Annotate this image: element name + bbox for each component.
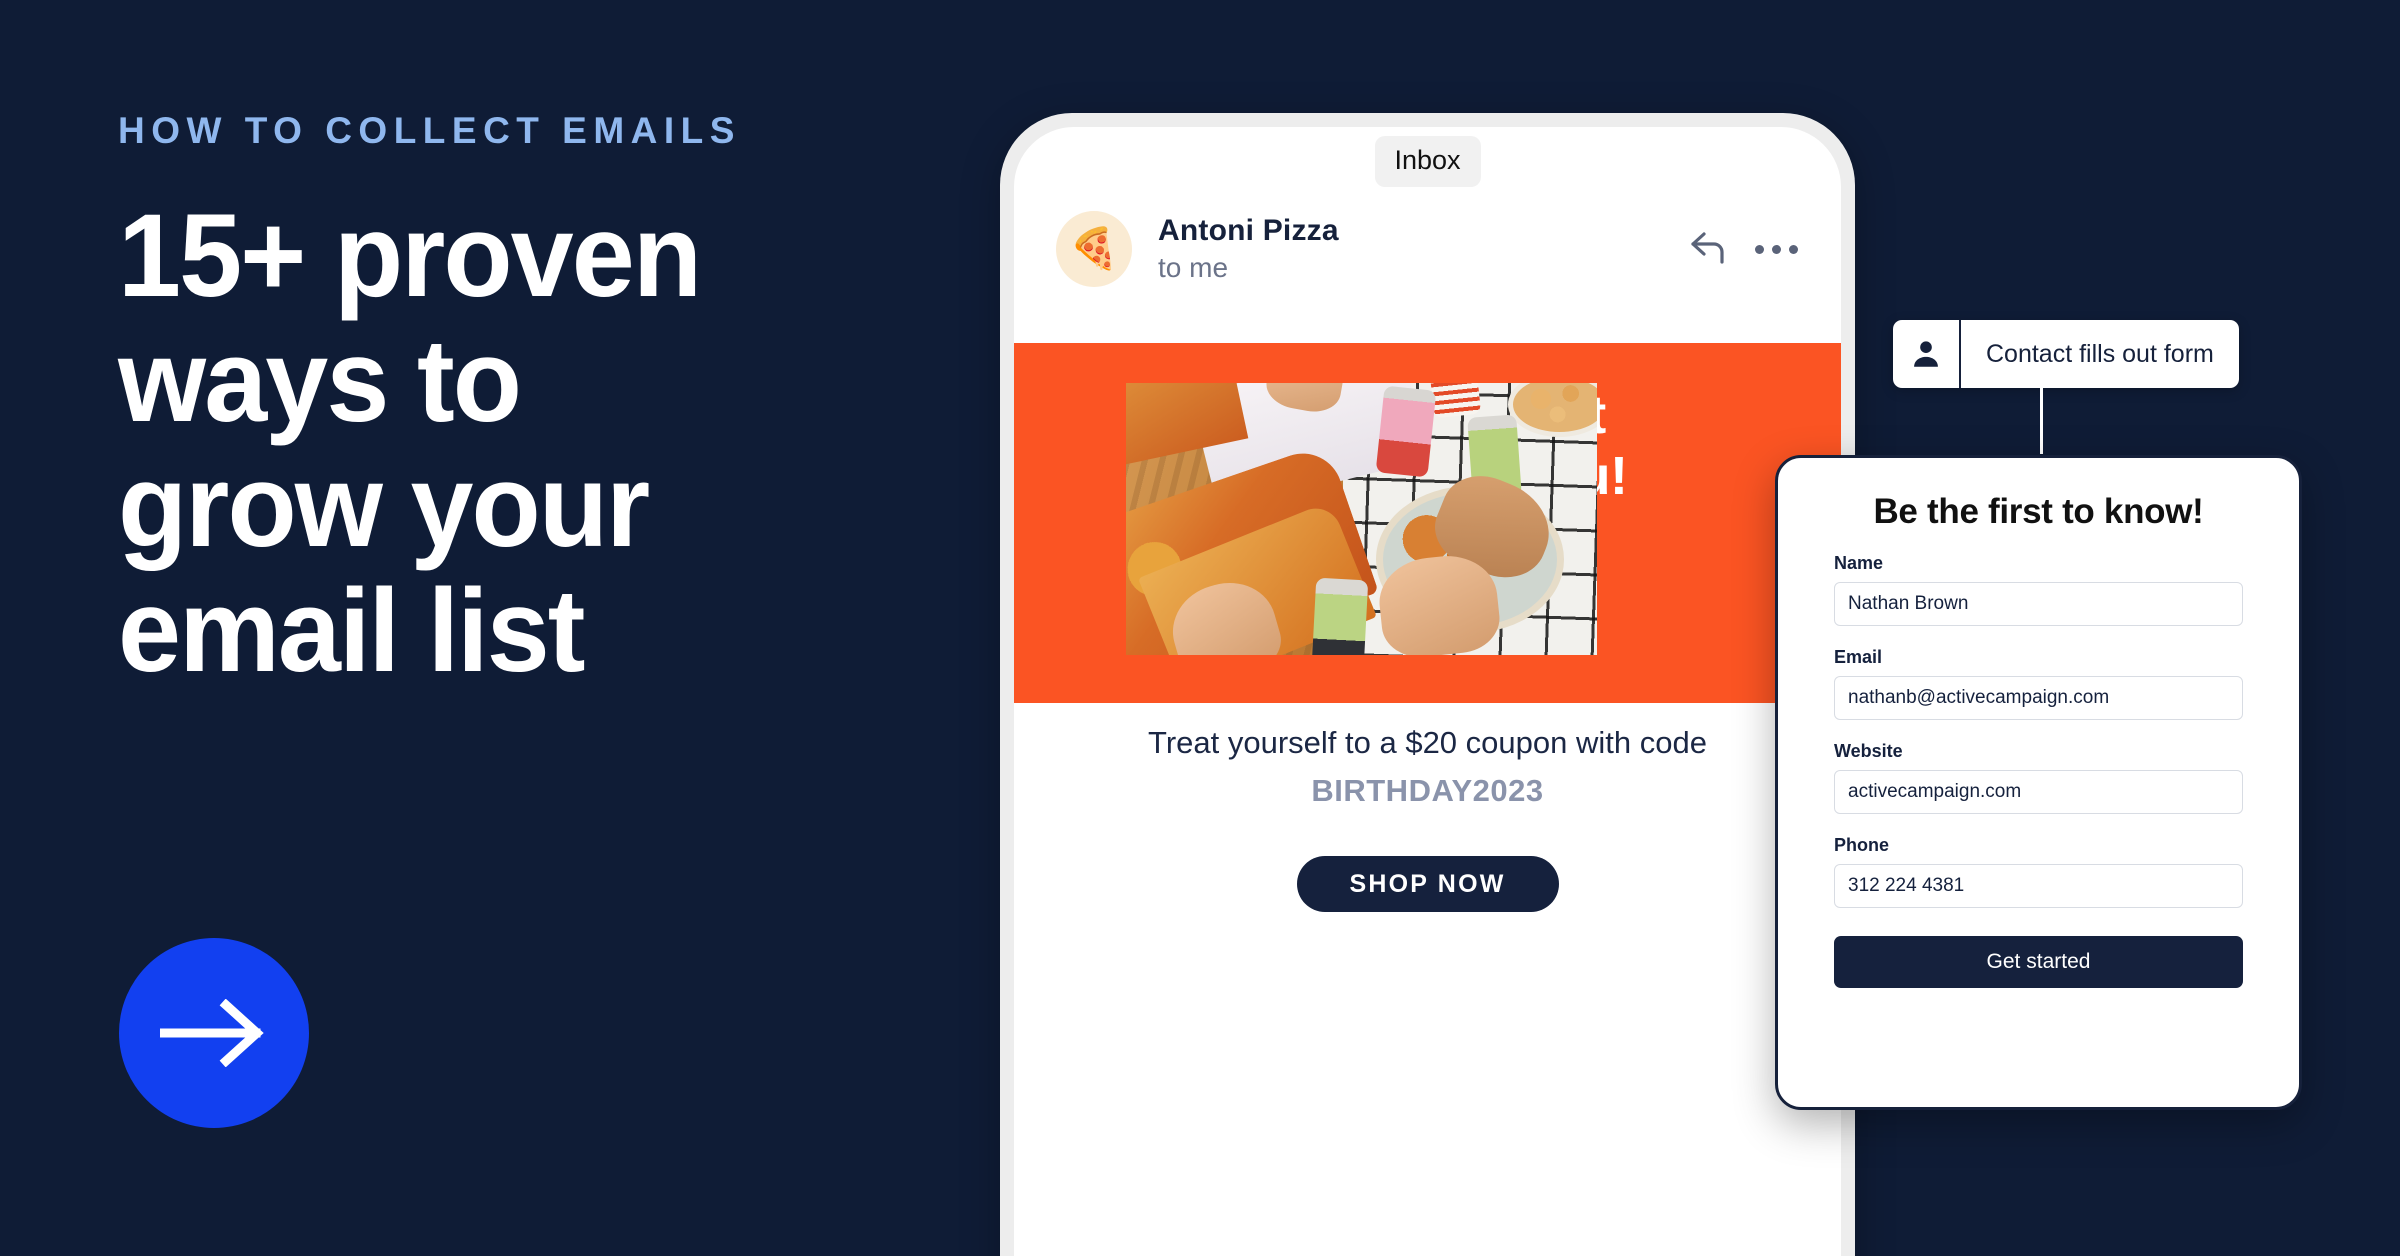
sender-name: Antoni Pizza <box>1158 214 1339 247</box>
sender-block: Antoni Pizza to me <box>1158 214 1685 284</box>
form-title: Be the first to know! <box>1873 492 2204 531</box>
field-label-email: Email <box>1834 647 1883 667</box>
get-started-button[interactable]: Get started <box>1834 936 2243 988</box>
coupon-block: Treat yourself to a $20 coupon with code… <box>1014 725 1841 809</box>
headline-line-3: grow your <box>118 440 650 573</box>
field-label-phone: Phone <box>1834 835 1890 855</box>
phone-mockup: Inbox 🍕 Antoni Pizza to me Treat yoursel… <box>1000 113 1855 1256</box>
shop-now-button[interactable]: SHOP NOW <box>1296 856 1559 912</box>
person-icon <box>1893 320 1961 388</box>
soda-can-pink <box>1375 385 1437 478</box>
email-header: 🍕 Antoni Pizza to me <box>1014 211 1841 287</box>
field-label-website: Website <box>1834 741 1903 761</box>
page-title: 15+ proven ways to grow your email list <box>118 190 905 698</box>
email-hero-photo <box>1126 383 1597 655</box>
email-input[interactable] <box>1834 676 2243 720</box>
sender-recipient: to me <box>1158 252 1229 283</box>
phone-input[interactable] <box>1834 864 2243 908</box>
form-field-email: Email <box>1834 647 2243 720</box>
coupon-code: BIRTHDAY2023 <box>1311 773 1544 808</box>
photo-composition <box>1126 383 1597 655</box>
form-field-website: Website <box>1834 741 2243 814</box>
name-input[interactable] <box>1834 582 2243 626</box>
reply-button[interactable] <box>1685 226 1731 272</box>
coupon-text: Treat yourself to a $20 coupon with code <box>1148 725 1707 760</box>
inbox-pill[interactable]: Inbox <box>1374 136 1481 187</box>
marketing-graphic: HOW TO COLLECT EMAILS 15+ proven ways to… <box>0 0 2400 1256</box>
soda-can-striped <box>1429 383 1482 418</box>
reply-arrow-icon <box>1688 229 1728 270</box>
headline-line-4: email list <box>118 565 586 698</box>
next-arrow-button[interactable] <box>119 938 309 1128</box>
soda-can-green-bottom <box>1312 577 1369 655</box>
badge-connector-line <box>2040 388 2043 454</box>
avatar: 🍕 <box>1056 211 1132 287</box>
eyebrow-text: HOW TO COLLECT EMAILS <box>118 110 741 151</box>
left-copy-block: HOW TO COLLECT EMAILS 15+ proven ways to… <box>118 110 938 694</box>
pizza-slice-icon: 🍕 <box>1069 227 1119 271</box>
headline-line-1: 15+ proven <box>118 190 702 322</box>
field-label-name: Name <box>1834 553 1884 573</box>
badge-label: Contact fills out form <box>1986 339 2214 368</box>
form-field-phone: Phone <box>1834 835 2243 908</box>
phone-screen: Inbox 🍕 Antoni Pizza to me Treat yoursel… <box>1014 127 1841 1256</box>
form-field-name: Name <box>1834 553 2243 626</box>
headline-line-2: ways to <box>118 315 522 448</box>
email-actions <box>1685 226 1799 272</box>
website-input[interactable] <box>1834 770 2243 814</box>
more-options-icon <box>1754 244 1798 254</box>
signup-form-card: Be the first to know! Name Email Website… <box>1775 455 2302 1110</box>
contact-fills-form-badge[interactable]: Contact fills out form <box>1893 320 2239 388</box>
arrow-right-icon <box>160 999 268 1067</box>
more-options-button[interactable] <box>1753 226 1799 272</box>
